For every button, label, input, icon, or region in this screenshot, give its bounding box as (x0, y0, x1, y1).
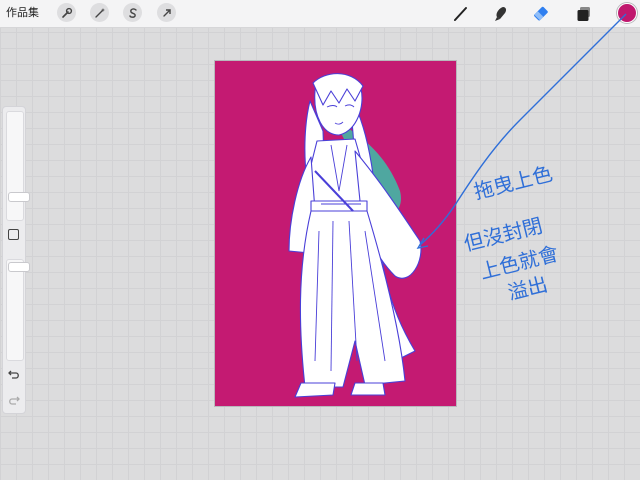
annotation-line-3: 上色就會 (477, 241, 560, 284)
left-sidebar (2, 106, 30, 414)
layers-button[interactable] (573, 3, 595, 25)
undo-button[interactable] (7, 366, 21, 380)
redo-button[interactable] (7, 392, 21, 406)
annotation-line-2: 但沒封閉 (461, 213, 544, 256)
actions-button[interactable] (57, 3, 76, 22)
opacity-slider[interactable] (6, 259, 30, 361)
layers-icon (577, 7, 590, 21)
opacity-handle[interactable] (8, 262, 30, 272)
brush-size-handle[interactable] (8, 192, 30, 202)
annotation-text: 拖曳上色 但沒封閉 上色就會 溢出 (461, 161, 560, 305)
eraser-tool-button[interactable] (531, 3, 553, 25)
drawing-canvas[interactable] (215, 61, 456, 406)
smudge-icon (495, 7, 507, 21)
artwork (288, 73, 422, 398)
adjustments-button[interactable] (90, 3, 109, 22)
top-toolbar: 作品集 (0, 0, 640, 28)
annotation-line-1: 拖曳上色 (471, 161, 554, 204)
brush-tool-button[interactable] (450, 3, 472, 25)
annotation-line-4: 溢出 (505, 272, 550, 305)
smudge-tool-button[interactable] (490, 3, 512, 25)
gallery-button[interactable]: 作品集 (6, 5, 39, 21)
brush-icon (454, 7, 467, 21)
transform-button[interactable] (157, 3, 176, 22)
modify-button[interactable] (8, 229, 19, 240)
transform-arrow-icon (162, 8, 171, 17)
selection-s-icon (128, 7, 137, 18)
wrench-icon (61, 7, 72, 18)
undo-arrow-icon (8, 370, 19, 379)
color-picker-button[interactable] (617, 3, 637, 23)
eraser-icon (534, 6, 548, 21)
brush-size-slider[interactable] (6, 111, 30, 221)
redo-arrow-icon (9, 396, 20, 405)
magic-wand-icon (94, 7, 105, 18)
selection-button[interactable] (123, 3, 142, 22)
